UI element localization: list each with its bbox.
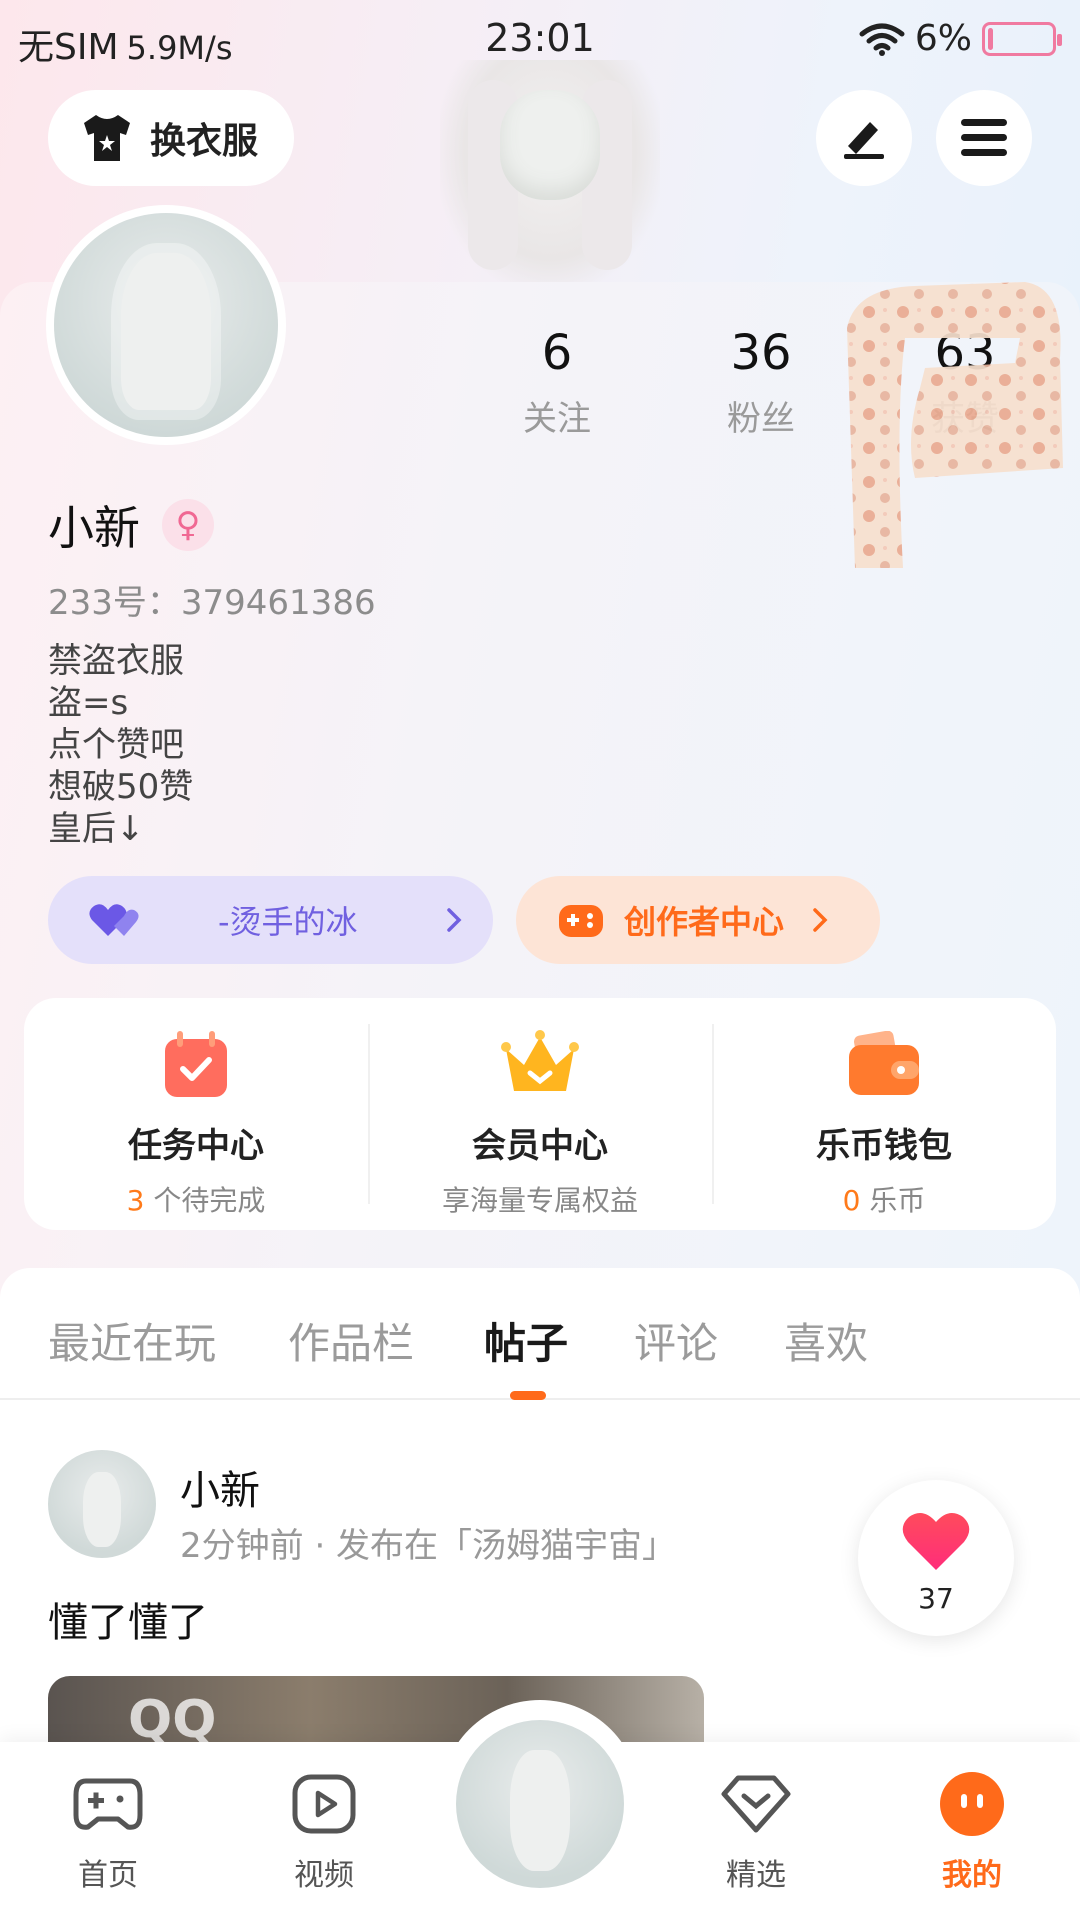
nav-home-label: 首页	[78, 1858, 138, 1893]
partner-link-button[interactable]: -烫手的冰	[48, 876, 493, 964]
vip-center-title: 会员中心	[472, 1126, 608, 1166]
video-play-icon	[292, 1774, 356, 1834]
chevron-right-icon	[813, 908, 828, 932]
status-right: 6%	[859, 18, 1062, 59]
menu-button[interactable]	[936, 90, 1032, 186]
post-text: 懂了懂了	[48, 1600, 208, 1646]
name-row: 小新 ♀	[48, 492, 214, 558]
wallet-subtitle: 0 乐币	[842, 1184, 926, 1217]
post-like-count: 37	[918, 1582, 954, 1615]
shirt-icon	[84, 115, 130, 161]
vip-center-entry[interactable]: 会员中心 享海量专属权益	[368, 998, 712, 1230]
nav-mine-label: 我的	[942, 1858, 1002, 1893]
post-author-name[interactable]: 小新	[180, 1458, 260, 1516]
profile-bio: 禁盗衣服 盗=s 点个赞吧 想破50赞 皇后↓	[48, 640, 193, 850]
hamburger-menu-icon	[961, 119, 1007, 156]
edit-button[interactable]	[816, 90, 912, 186]
wallet-title: 乐币钱包	[816, 1126, 952, 1166]
center-avatar-button[interactable]	[456, 1720, 624, 1888]
post-item[interactable]: 小新 2分钟前 · 发布在「汤姆猫宇宙」 懂了懂了 37 QQ	[0, 1402, 1080, 1746]
task-center-subtitle: 3 个待完成	[126, 1184, 266, 1217]
diamond-icon	[721, 1775, 791, 1833]
calendar-check-icon	[156, 1024, 236, 1104]
pencil-icon	[844, 122, 884, 159]
nav-mine[interactable]: 我的	[902, 1766, 1042, 1894]
gamepad-icon	[559, 905, 603, 937]
bio-line: 点个赞吧	[48, 725, 184, 765]
task-center-entry[interactable]: 任务中心 3 个待完成	[24, 998, 368, 1230]
bio-line: 皇后↓	[48, 809, 145, 849]
nav-video-label: 视频	[294, 1858, 354, 1893]
stat-following[interactable]: 6 关注	[455, 325, 659, 440]
nav-home[interactable]: 首页	[38, 1766, 178, 1894]
feature-card: 任务中心 3 个待完成 会员中心 享海量专属权益 乐币钱包 0 乐币	[24, 998, 1056, 1230]
tab-likes[interactable]: 喜欢	[784, 1310, 868, 1371]
post-like-button[interactable]: 37	[858, 1480, 1014, 1636]
post-meta: 2分钟前 · 发布在「汤姆猫宇宙」	[180, 1526, 677, 1566]
change-outfit-button[interactable]: 换衣服	[48, 90, 294, 186]
vip-center-subtitle: 享海量专属权益	[441, 1184, 638, 1217]
profile-tabs: 最近在玩 作品栏 帖子 评论 喜欢	[0, 1268, 1080, 1400]
creator-center-button[interactable]: 创作者中心	[516, 876, 880, 964]
active-tab-indicator	[510, 1391, 546, 1400]
cat-pattern-sticker	[847, 282, 1063, 568]
partner-name: -烫手的冰	[218, 903, 358, 941]
nav-video[interactable]: 视频	[254, 1766, 394, 1894]
profile-avatar[interactable]	[46, 205, 286, 445]
crown-icon	[500, 1024, 580, 1104]
wallet-entry[interactable]: 乐币钱包 0 乐币	[712, 998, 1056, 1230]
post-author-avatar[interactable]	[48, 1450, 156, 1558]
bio-line: 禁盗衣服	[48, 641, 184, 681]
tab-posts[interactable]: 帖子	[484, 1310, 568, 1371]
wifi-icon	[859, 23, 905, 56]
female-gender-icon: ♀	[162, 499, 214, 551]
tab-works[interactable]: 作品栏	[288, 1310, 414, 1371]
bio-line: 盗=s	[48, 683, 129, 723]
profile-name: 小新	[48, 501, 140, 555]
heart-icon	[902, 1513, 970, 1570]
post-image-watermark: QQ	[128, 1690, 217, 1746]
battery-icon	[982, 21, 1062, 56]
task-center-title: 任务中心	[128, 1126, 264, 1166]
change-outfit-label: 换衣服	[150, 121, 259, 162]
user-id: 233号：379461386	[48, 583, 376, 623]
wallet-icon	[844, 1024, 924, 1104]
face-icon	[940, 1772, 1004, 1836]
gamepad-outline-icon	[73, 1778, 143, 1830]
nav-featured-label: 精选	[726, 1858, 786, 1893]
chevron-right-icon	[447, 908, 462, 932]
tab-recently-played[interactable]: 最近在玩	[48, 1310, 216, 1371]
double-heart-icon	[89, 904, 139, 936]
nav-featured[interactable]: 精选	[686, 1766, 826, 1894]
creator-center-label: 创作者中心	[624, 903, 785, 941]
following-count: 6	[541, 325, 573, 381]
banner-character-image	[440, 60, 660, 290]
following-label: 关注	[523, 399, 591, 439]
battery-percent: 6%	[914, 18, 972, 59]
bio-line: 想破50赞	[48, 767, 194, 807]
tab-comments[interactable]: 评论	[634, 1310, 718, 1371]
